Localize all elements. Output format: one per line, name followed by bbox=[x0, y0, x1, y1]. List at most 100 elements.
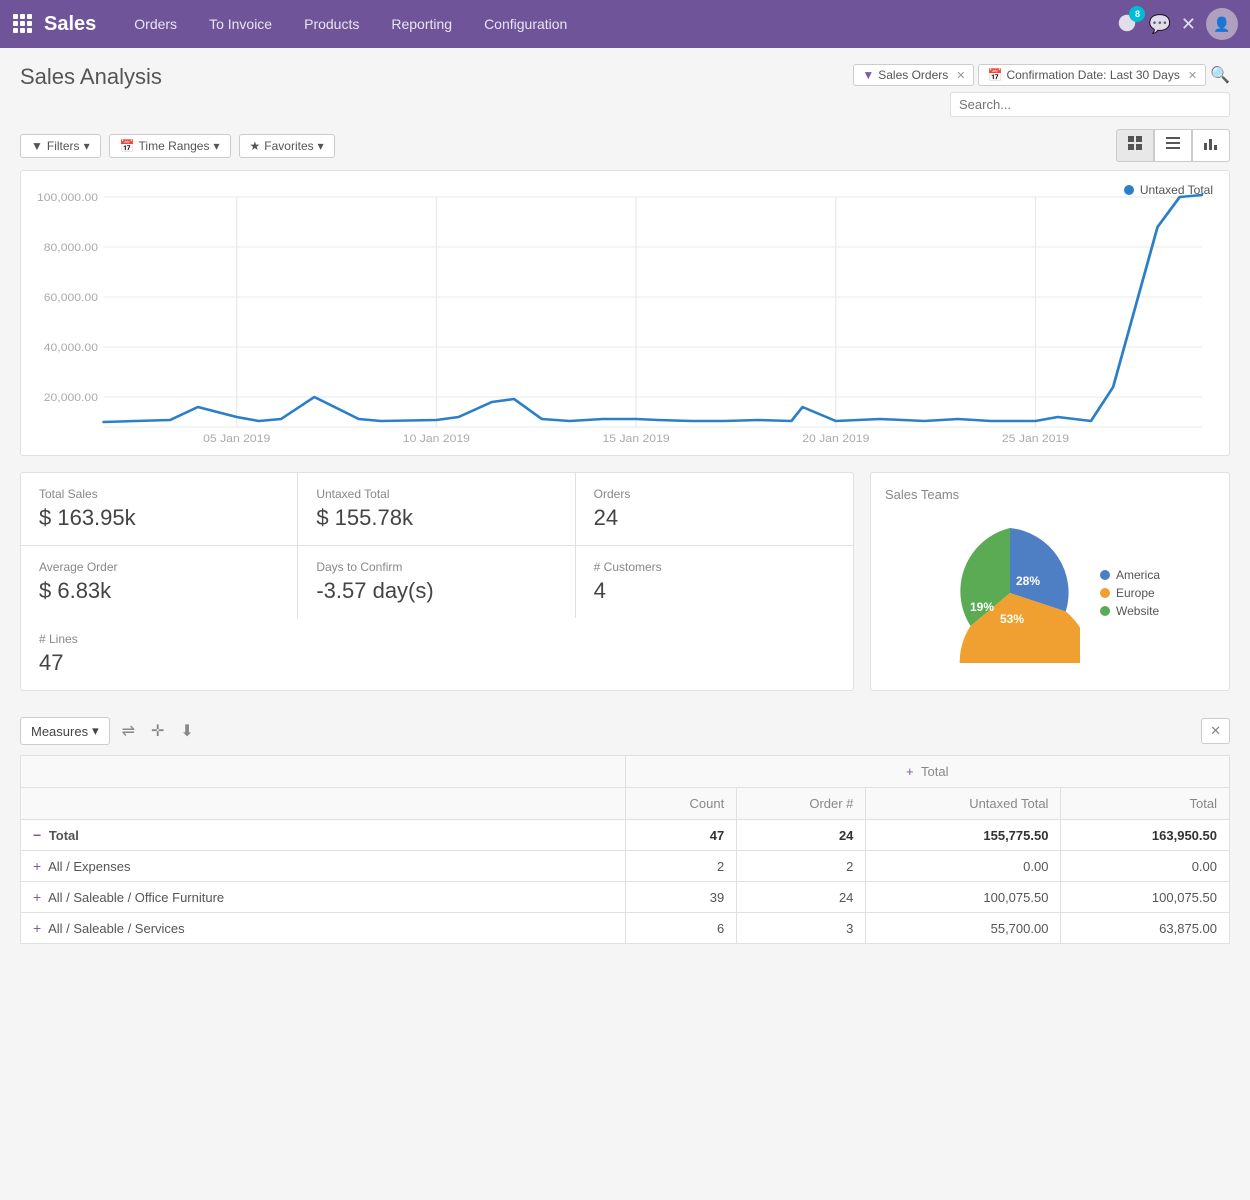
menu-reporting[interactable]: Reporting bbox=[377, 10, 466, 38]
minus-icon[interactable]: − bbox=[33, 827, 41, 843]
kpi-label: Total Sales bbox=[39, 487, 279, 501]
table-row: + All / Expenses 2 2 0.00 0.00 bbox=[21, 851, 1230, 882]
row-order: 24 bbox=[737, 882, 866, 913]
chevron-down-icon: ▾ bbox=[213, 139, 219, 153]
add-column-button[interactable]: ✛ bbox=[147, 717, 168, 745]
legend-label-europe: Europe bbox=[1116, 586, 1155, 600]
main-menu: Orders To Invoice Products Reporting Con… bbox=[120, 10, 1116, 38]
row-label-text: All / Expenses bbox=[48, 859, 130, 874]
notification-bell[interactable]: 8 bbox=[1116, 12, 1138, 37]
menu-configuration[interactable]: Configuration bbox=[470, 10, 581, 38]
top-navigation: Sales Orders To Invoice Products Reporti… bbox=[0, 0, 1250, 48]
filters-label: Filters bbox=[47, 139, 80, 153]
row-order: 24 bbox=[737, 820, 866, 851]
row-count: 6 bbox=[625, 913, 737, 944]
filter-tag-label: Sales Orders bbox=[878, 68, 948, 82]
row-count: 47 bbox=[625, 820, 737, 851]
row-total: 0.00 bbox=[1061, 851, 1230, 882]
filter-tag-remove[interactable]: ✕ bbox=[1188, 69, 1197, 82]
row-label: − Total bbox=[21, 820, 626, 851]
measures-toolbar: Measures ▾ ⇌ ✛ ⬇ ✕ bbox=[20, 707, 1230, 755]
plus-icon[interactable]: + bbox=[33, 920, 41, 936]
svg-text:60,000.00: 60,000.00 bbox=[44, 292, 98, 304]
col-group-label: Total bbox=[921, 764, 948, 779]
chevron-down-icon: ▾ bbox=[318, 139, 324, 153]
col-header-total: Total bbox=[1061, 788, 1230, 820]
app-grid-icon[interactable] bbox=[12, 13, 32, 36]
filter-tag-label: Confirmation Date: Last 30 Days bbox=[1006, 68, 1179, 82]
kpi-value: $ 163.95k bbox=[39, 505, 279, 531]
search-input[interactable] bbox=[950, 92, 1230, 117]
filter-tag-remove[interactable]: ✕ bbox=[956, 69, 965, 82]
kpi-customers: # Customers 4 bbox=[576, 546, 853, 618]
page-header: Sales Analysis ▼ Sales Orders ✕ 📅 Confir… bbox=[20, 64, 1230, 117]
col-header-empty bbox=[21, 788, 626, 820]
row-label-text: All / Saleable / Services bbox=[48, 921, 185, 936]
table-row: + All / Saleable / Services 6 3 55,700.0… bbox=[21, 913, 1230, 944]
measures-button[interactable]: Measures ▾ bbox=[20, 717, 110, 745]
search-icon[interactable]: 🔍 bbox=[1210, 65, 1230, 85]
kpi-label: Average Order bbox=[39, 560, 279, 574]
legend-label-america: America bbox=[1116, 568, 1160, 582]
swap-columns-button[interactable]: ⇌ bbox=[118, 717, 139, 745]
col-header-count: Count bbox=[625, 788, 737, 820]
kpi-label: Orders bbox=[594, 487, 835, 501]
menu-orders[interactable]: Orders bbox=[120, 10, 191, 38]
row-label: + All / Expenses bbox=[21, 851, 626, 882]
pie-chart-title: Sales Teams bbox=[885, 487, 1215, 502]
row-count: 39 bbox=[625, 882, 737, 913]
filters-button[interactable]: ▼ Filters ▾ bbox=[20, 134, 101, 158]
kpi-lines: # Lines 47 bbox=[21, 618, 298, 690]
col-group-total: + Total bbox=[625, 756, 1230, 788]
favorites-button[interactable]: ★ Favorites ▾ bbox=[239, 134, 335, 158]
calendar-icon: 📅 bbox=[987, 68, 1002, 82]
menu-products[interactable]: Products bbox=[290, 10, 373, 38]
main-content: Sales Analysis ▼ Sales Orders ✕ 📅 Confir… bbox=[0, 48, 1250, 960]
legend-label-website: Website bbox=[1116, 604, 1159, 618]
row-label-text: All / Saleable / Office Furniture bbox=[48, 890, 224, 905]
svg-text:05 Jan 2019: 05 Jan 2019 bbox=[203, 433, 270, 445]
expand-button[interactable]: ✕ bbox=[1201, 718, 1230, 744]
pie-chart-svg: 28% 53% 19% bbox=[940, 523, 1080, 663]
row-order: 3 bbox=[737, 913, 866, 944]
plus-icon[interactable]: + bbox=[33, 858, 41, 874]
pie-chart-wrap: 28% 53% 19% America Europe Websi bbox=[885, 510, 1215, 676]
chat-icon[interactable]: 💬 bbox=[1148, 14, 1170, 35]
chart-view-button[interactable] bbox=[1116, 129, 1154, 162]
filter-tag-confirmation-date[interactable]: 📅 Confirmation Date: Last 30 Days ✕ bbox=[978, 64, 1206, 86]
legend-item-europe: Europe bbox=[1100, 586, 1160, 600]
data-table: + Total Count Order # Untaxed Total Tota… bbox=[20, 755, 1230, 944]
row-untaxed: 55,700.00 bbox=[866, 913, 1061, 944]
svg-text:100,000.00: 100,000.00 bbox=[37, 192, 98, 204]
kpi-label: # Customers bbox=[594, 560, 835, 574]
row-untaxed: 100,075.50 bbox=[866, 882, 1061, 913]
svg-text:40,000.00: 40,000.00 bbox=[44, 342, 98, 354]
line-chart-container: Untaxed Total 100,000.00 80,000.00 60,00… bbox=[20, 170, 1230, 456]
plus-icon[interactable]: + bbox=[33, 889, 41, 905]
row-untaxed: 0.00 bbox=[866, 851, 1061, 882]
svg-text:53%: 53% bbox=[1000, 612, 1024, 626]
kpi-label: Days to Confirm bbox=[316, 560, 556, 574]
time-ranges-button[interactable]: 📅 Time Ranges ▾ bbox=[109, 134, 231, 158]
kpi-average-order: Average Order $ 6.83k bbox=[21, 546, 298, 618]
plus-icon[interactable]: + bbox=[906, 764, 914, 779]
svg-text:28%: 28% bbox=[1016, 574, 1040, 588]
filter-tag-sales-orders[interactable]: ▼ Sales Orders ✕ bbox=[853, 64, 974, 86]
row-total: 163,950.50 bbox=[1061, 820, 1230, 851]
menu-to-invoice[interactable]: To Invoice bbox=[195, 10, 286, 38]
svg-text:80,000.00: 80,000.00 bbox=[44, 242, 98, 254]
bar-chart-view-button[interactable] bbox=[1192, 129, 1230, 162]
close-icon[interactable]: ✕ bbox=[1181, 14, 1196, 35]
legend-item-america: America bbox=[1100, 568, 1160, 582]
measures-label: Measures bbox=[31, 724, 88, 739]
row-total: 63,875.00 bbox=[1061, 913, 1230, 944]
pie-legend: America Europe Website bbox=[1100, 568, 1160, 618]
row-untaxed: 155,775.50 bbox=[866, 820, 1061, 851]
legend-dot-untaxed bbox=[1124, 185, 1134, 195]
row-label-text: Total bbox=[49, 828, 79, 843]
legend-dot-website bbox=[1100, 606, 1110, 616]
table-view-button[interactable] bbox=[1154, 129, 1192, 162]
search-area: ▼ Sales Orders ✕ 📅 Confirmation Date: La… bbox=[853, 64, 1230, 117]
download-button[interactable]: ⬇ bbox=[176, 717, 197, 745]
user-avatar[interactable]: 👤 bbox=[1206, 8, 1238, 40]
